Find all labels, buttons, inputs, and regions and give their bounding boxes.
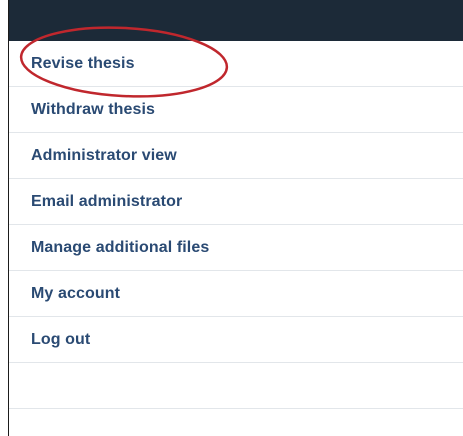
menu-item-label: My account <box>31 284 121 302</box>
menu-item-manage-additional-files[interactable]: Manage additional files <box>9 225 463 271</box>
menu-item-label: Withdraw thesis <box>31 100 156 118</box>
menu-item-label: Administrator view <box>31 146 177 164</box>
menu-item-administrator-view[interactable]: Administrator view <box>9 133 463 179</box>
menu-item-log-out[interactable]: Log out <box>9 317 463 363</box>
menu-item-withdraw-thesis[interactable]: Withdraw thesis <box>9 87 463 133</box>
menu-item-label: Revise thesis <box>31 54 135 72</box>
menu-item-label: Email administrator <box>31 192 183 210</box>
menu-item-email-administrator[interactable]: Email administrator <box>9 179 463 225</box>
menu-item-revise-thesis[interactable]: Revise thesis <box>9 41 463 87</box>
menu-item-label: Log out <box>31 330 91 348</box>
menu-header-bar <box>9 0 463 41</box>
user-menu-panel: Revise thesis Withdraw thesis Administra… <box>8 0 463 436</box>
menu-item-label: Manage additional files <box>31 238 210 256</box>
user-actions-menu: Revise thesis Withdraw thesis Administra… <box>9 41 463 409</box>
menu-item-empty <box>9 363 463 409</box>
menu-item-my-account[interactable]: My account <box>9 271 463 317</box>
